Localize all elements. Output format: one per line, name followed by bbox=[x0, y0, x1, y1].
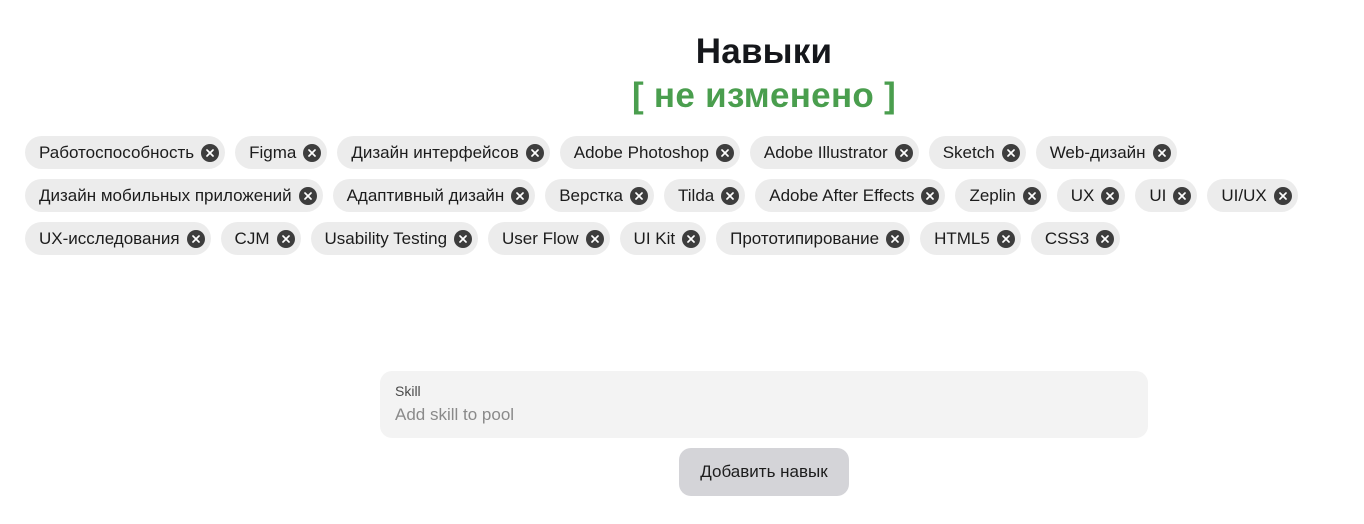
remove-skill-icon[interactable] bbox=[186, 229, 205, 248]
remove-skill-icon[interactable] bbox=[630, 186, 649, 205]
skill-chip: Web-дизайн bbox=[1035, 136, 1177, 169]
skill-chip: Верстка bbox=[545, 179, 655, 212]
skill-chip-label: User Flow bbox=[502, 229, 579, 248]
skill-chip-label: UX-исследования bbox=[39, 229, 180, 248]
skill-chip: CJM bbox=[220, 222, 301, 255]
skill-chip: Adobe Illustrator bbox=[749, 136, 919, 169]
remove-skill-icon[interactable] bbox=[525, 143, 544, 162]
skill-chip-row: Дизайн мобильных приложений Адаптивный ди… bbox=[25, 179, 1345, 212]
skill-chip-label: Дизайн интерфейсов bbox=[351, 143, 519, 162]
skill-field-label: Skill bbox=[395, 383, 421, 399]
skill-chip-label: Адаптивный дизайн bbox=[346, 186, 505, 205]
skill-chip: Прототипирование bbox=[716, 222, 911, 255]
skill-chip: Адаптивный дизайн bbox=[332, 179, 536, 212]
skill-chip-label: CSS3 bbox=[1044, 229, 1090, 248]
skill-chip: Zeplin bbox=[955, 179, 1047, 212]
remove-skill-icon[interactable] bbox=[511, 186, 530, 205]
remove-skill-icon[interactable] bbox=[1101, 186, 1120, 205]
skill-field[interactable]: Skill bbox=[380, 371, 1148, 438]
skill-chip: Adobe After Effects bbox=[755, 179, 946, 212]
remove-skill-icon[interactable] bbox=[682, 229, 701, 248]
remove-skill-icon[interactable] bbox=[1152, 143, 1171, 162]
remove-skill-icon[interactable] bbox=[1096, 229, 1115, 248]
remove-skill-icon[interactable] bbox=[921, 186, 940, 205]
skill-chip-label: UX bbox=[1070, 186, 1095, 205]
skill-chip-label: UI/UX bbox=[1221, 186, 1267, 205]
skill-chip-label: Tilda bbox=[678, 186, 715, 205]
skill-chip: Работоспособность bbox=[25, 136, 226, 169]
skill-chip-label: UI Kit bbox=[633, 229, 676, 248]
remove-skill-icon[interactable] bbox=[1273, 186, 1292, 205]
skill-chip: Usability Testing bbox=[310, 222, 479, 255]
skill-chip: UI/UX bbox=[1207, 179, 1298, 212]
skill-chip: Дизайн мобильных приложений bbox=[25, 179, 323, 212]
remove-skill-icon[interactable] bbox=[276, 229, 295, 248]
skill-chip: UI bbox=[1135, 179, 1198, 212]
remove-skill-icon[interactable] bbox=[715, 143, 734, 162]
skill-chip-label: HTML5 bbox=[934, 229, 990, 248]
skill-chip: UX-исследования bbox=[25, 222, 211, 255]
remove-skill-icon[interactable] bbox=[585, 229, 604, 248]
skill-chip-label: Usability Testing bbox=[324, 229, 448, 248]
skill-chip: UI Kit bbox=[619, 222, 707, 255]
page-title: Навыки bbox=[695, 32, 833, 71]
skill-chip: User Flow bbox=[488, 222, 610, 255]
skill-chip-label: Figma bbox=[249, 143, 297, 162]
skill-chip-label: Дизайн мобильных приложений bbox=[39, 186, 292, 205]
remove-skill-icon[interactable] bbox=[1022, 186, 1041, 205]
remove-skill-icon[interactable] bbox=[454, 229, 473, 248]
skill-chip-label: UI bbox=[1149, 186, 1167, 205]
skill-chip-row: UX-исследования CJM Usability Testing User … bbox=[25, 222, 1345, 255]
skill-chip-label: CJM bbox=[234, 229, 270, 248]
skill-chip-label: Adobe Illustrator bbox=[763, 143, 888, 162]
change-status: [ не изменено ] bbox=[631, 76, 897, 115]
add-skill-button[interactable]: Добавить навык bbox=[679, 448, 849, 496]
skill-input[interactable] bbox=[395, 404, 1133, 426]
skill-chip-label: Adobe Photoshop bbox=[573, 143, 709, 162]
skill-chip-label: Прототипирование bbox=[730, 229, 880, 248]
remove-skill-icon[interactable] bbox=[1173, 186, 1192, 205]
remove-skill-icon[interactable] bbox=[886, 229, 905, 248]
skill-chip-label: Верстка bbox=[559, 186, 624, 205]
remove-skill-icon[interactable] bbox=[996, 229, 1015, 248]
remove-skill-icon[interactable] bbox=[894, 143, 913, 162]
skill-chip: CSS3 bbox=[1030, 222, 1121, 255]
skill-chip: Sketch bbox=[928, 136, 1026, 169]
skill-chip-label: Adobe After Effects bbox=[769, 186, 915, 205]
skill-chip-row: Работоспособность Figma Дизайн интерфейсов… bbox=[25, 136, 1345, 169]
skill-chip-label: Web-дизайн bbox=[1049, 143, 1146, 162]
skill-chip-label: Zeplin bbox=[969, 186, 1016, 205]
remove-skill-icon[interactable] bbox=[1001, 143, 1020, 162]
skill-chip: Дизайн интерфейсов bbox=[337, 136, 550, 169]
skill-chip: Adobe Photoshop bbox=[559, 136, 740, 169]
skill-chip: Tilda bbox=[664, 179, 746, 212]
remove-skill-icon[interactable] bbox=[303, 143, 322, 162]
remove-skill-icon[interactable] bbox=[721, 186, 740, 205]
skill-chip: Figma bbox=[235, 136, 328, 169]
skill-chip: HTML5 bbox=[920, 222, 1021, 255]
skill-chip-label: Sketch bbox=[942, 143, 995, 162]
skill-chip-label: Работоспособность bbox=[39, 143, 195, 162]
skill-chip-list: Работоспособность Figma Дизайн интерфейсов… bbox=[25, 136, 1345, 265]
remove-skill-icon[interactable] bbox=[298, 186, 317, 205]
remove-skill-icon[interactable] bbox=[201, 143, 220, 162]
skill-chip: UX bbox=[1056, 179, 1126, 212]
